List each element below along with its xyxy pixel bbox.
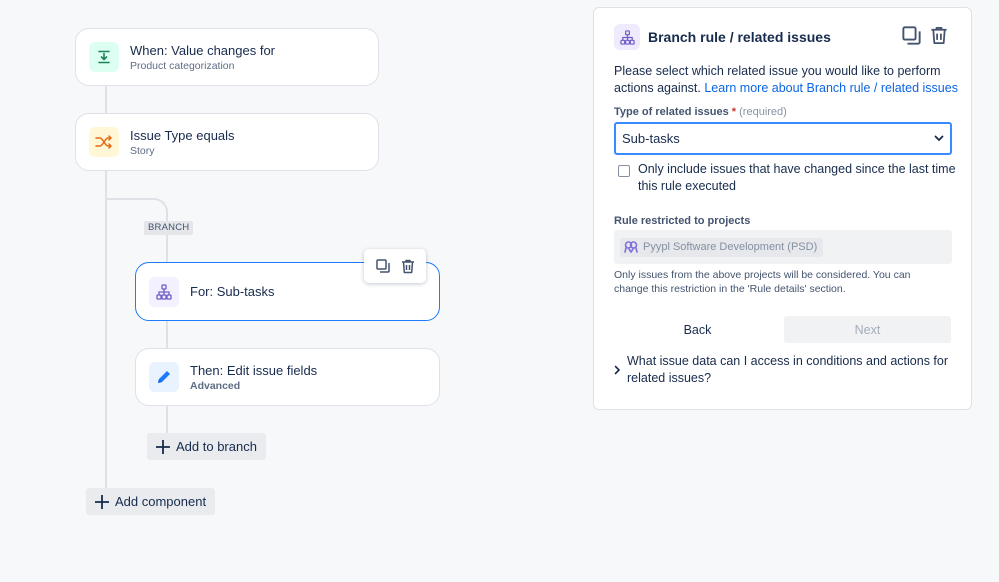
panel-description: Please select which related issue you wo… [614,63,959,97]
add-to-branch-button[interactable]: Add to branch [147,433,266,460]
trigger-icon [89,42,119,72]
plus-icon [156,439,170,454]
changed-only-option: Only include issues that have changed si… [618,161,958,194]
branch-tag: BRANCH [144,221,194,235]
branch-node-title: For: Sub-tasks [190,284,275,299]
trigger-subtitle: Product categorization [130,59,235,72]
connector-action-add [166,406,168,434]
project-chip: Pyypl Software Development (PSD) [620,237,824,257]
condition-title: Issue Type equals [130,127,235,143]
pencil-icon [149,362,179,392]
projects-note: Only issues from the above projects will… [614,269,911,295]
trash-icon[interactable] [397,255,419,277]
changed-only-checkbox[interactable] [618,165,630,177]
node-actions-toolbar [364,249,426,283]
add-to-branch-label: Add to branch [176,439,257,454]
required-marker: * [731,106,737,118]
project-icon [624,241,638,253]
connector-trigger-condition [105,86,107,114]
next-button[interactable]: Next [784,316,951,343]
action-subtitle: Advanced [190,379,241,392]
changed-only-label: Only include issues that have changed si… [638,162,956,193]
add-component-button[interactable]: Add component [86,488,216,515]
hierarchy-icon [614,24,640,50]
trigger-node[interactable]: When: Value changes for Product categori… [75,28,379,86]
panel-title: Branch rule / related issues [648,29,831,45]
type-field-label: Type of related issues * (required) [614,106,787,118]
shuffle-icon [89,127,119,157]
project-chip-label: Pyypl Software Development (PSD) [643,241,818,253]
connector-branch-node-action [166,321,168,349]
faq-label: What issue data can I access in conditio… [627,354,949,385]
hierarchy-icon [149,276,179,307]
connector-branch-curve [106,198,168,222]
faq-expander[interactable]: What issue data can I access in conditio… [614,353,959,387]
config-panel: Branch rule / related issues Please sele… [593,7,972,410]
condition-node[interactable]: Issue Type equals Story [75,113,379,171]
back-button[interactable]: Back [614,316,781,343]
related-issues-select[interactable]: Sub-tasks [614,122,952,155]
plus-icon [95,494,109,509]
condition-subtitle: Story [130,144,155,157]
copy-icon[interactable] [900,24,922,46]
action-title: Then: Edit issue fields [190,362,318,378]
chevron-right-icon [614,353,627,387]
required-hint: (required) [739,106,787,118]
action-node[interactable]: Then: Edit issue fields Advanced [135,348,440,406]
projects-field-label: Rule restricted to projects [614,215,751,227]
select-value: Sub-tasks [622,131,680,146]
type-label-text: Type of related issues [614,106,729,118]
trigger-title: When: Value changes for [130,42,276,58]
chevron-down-icon [934,135,944,142]
learn-more-link[interactable]: Learn more about Branch rule / related i… [704,81,958,95]
trash-icon[interactable] [928,24,950,46]
copy-icon[interactable] [372,255,394,277]
projects-field: Pyypl Software Development (PSD) [614,230,952,264]
panel-header-actions [900,24,950,46]
add-component-label: Add component [115,494,207,509]
connector-branch-to-node [166,235,168,263]
